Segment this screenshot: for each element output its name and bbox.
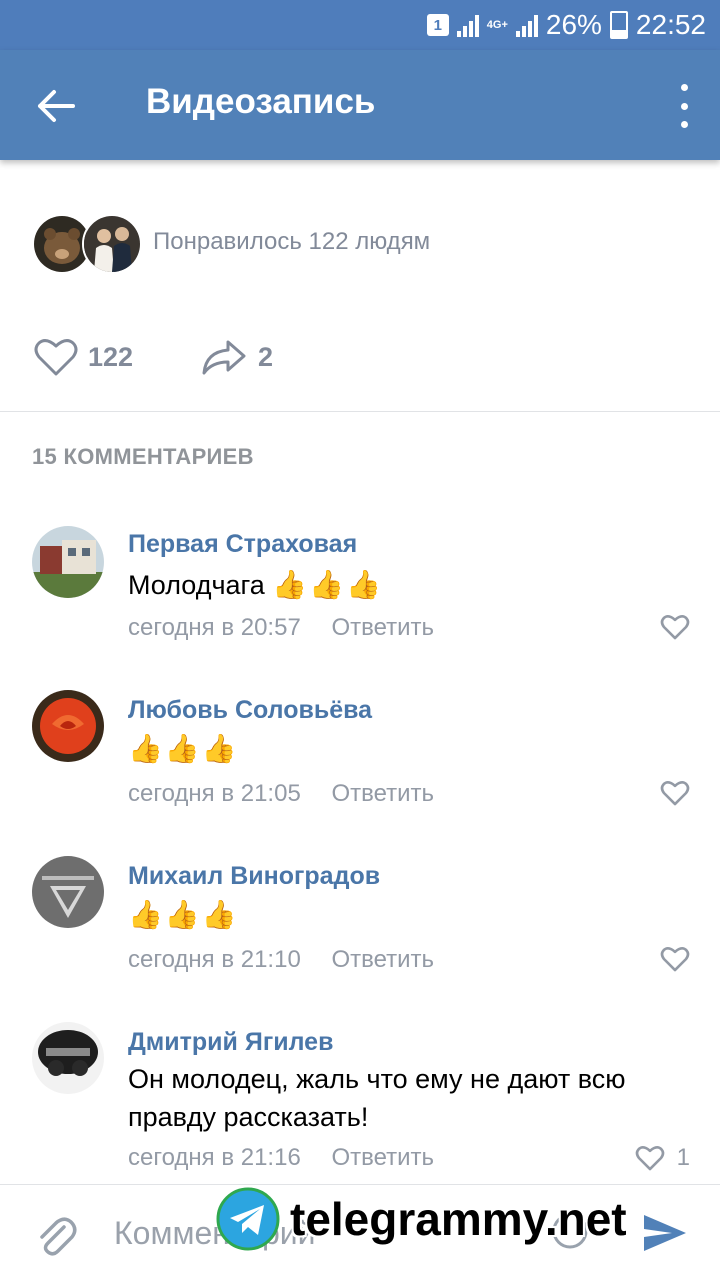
comment-text: 👍👍👍 (128, 896, 698, 934)
comment-like-button[interactable]: 1 (635, 1144, 690, 1172)
heart-icon (660, 947, 690, 972)
comment-like-count: 1 (676, 1144, 690, 1171)
comment-text: Молодчага 👍👍👍 (128, 566, 698, 604)
likers-summary[interactable]: Понравилось 122 людям (32, 214, 692, 274)
heart-icon (635, 1146, 664, 1171)
more-menu-button[interactable] (674, 84, 694, 128)
reply-button[interactable]: Ответить (331, 946, 434, 973)
watermark-text: telegrammy.net (290, 1193, 627, 1245)
comment-meta: сегодня в 21:16 Ответить (128, 1144, 434, 1172)
page-title: Видеозапись (146, 82, 376, 121)
back-button[interactable] (30, 80, 82, 132)
arrow-left-icon (38, 90, 75, 122)
battery-icon (609, 11, 628, 39)
attach-button[interactable] (34, 1213, 78, 1257)
comment-text-body: Он молодец, жаль что ему не дают всю пра… (128, 1064, 626, 1132)
comment-text: 👍👍👍 (128, 730, 698, 768)
watermark: telegrammy.net (216, 1186, 627, 1252)
avatar[interactable] (32, 1022, 104, 1094)
reply-button[interactable]: Ответить (331, 1144, 434, 1171)
comment-text: Он молодец, жаль что ему не дают всю пра… (128, 1060, 698, 1136)
likers-text: Понравилось 122 людям (153, 228, 431, 255)
comment-time: сегодня в 21:05 (128, 780, 301, 807)
thumbs-up-emoji: 👍👍👍 (128, 733, 239, 764)
reply-button[interactable]: Ответить (331, 614, 434, 641)
comment-text-body: Молодчага (128, 570, 265, 600)
reply-button[interactable]: Ответить (331, 780, 434, 807)
heart-icon (660, 615, 690, 640)
thumbs-up-emoji: 👍👍👍 (272, 569, 383, 600)
signal-icon (456, 13, 479, 37)
send-button[interactable] (640, 1209, 690, 1255)
comment-author[interactable]: Любовь Соловьёва (128, 696, 372, 725)
comment-time: сегодня в 21:10 (128, 946, 301, 973)
sim-indicator: 1 (426, 14, 449, 36)
post-actions: 122 2 (34, 334, 434, 380)
heart-icon (660, 781, 690, 806)
comment-meta: сегодня в 20:57 Ответить (128, 614, 434, 642)
heart-icon (34, 339, 78, 376)
avatar[interactable] (32, 856, 104, 928)
share-button[interactable]: 2 (200, 334, 273, 380)
comment-author[interactable]: Дмитрий Ягилев (128, 1028, 333, 1057)
share-count: 2 (258, 341, 274, 372)
like-button[interactable]: 122 (34, 334, 133, 380)
network-type: 4G+ (486, 19, 508, 31)
divider (0, 411, 720, 412)
signal-icon-2 (515, 13, 538, 37)
comment-like-button[interactable] (660, 946, 690, 972)
comment-time: сегодня в 21:16 (128, 1144, 301, 1171)
like-count: 122 (88, 341, 134, 372)
comment-author[interactable]: Михаил Виноградов (128, 862, 380, 891)
comment-like-button[interactable] (660, 614, 690, 640)
clock: 22:52 (635, 9, 706, 40)
more-vertical-icon (680, 84, 688, 91)
send-icon (644, 1215, 686, 1251)
thumbs-up-emoji: 👍👍👍 (128, 899, 239, 930)
avatar[interactable] (32, 526, 104, 598)
avatar[interactable] (32, 690, 104, 762)
status-icons: 1 4G+ 26% 22:52 (426, 8, 706, 42)
comment-author[interactable]: Первая Страховая (128, 530, 357, 559)
comment-meta: сегодня в 21:10 Ответить (128, 946, 434, 974)
battery-percent: 26% (545, 9, 602, 40)
paperclip-icon (40, 1217, 77, 1256)
app-bar: Видеозапись (0, 50, 720, 160)
comments-count-header: 15 КОММЕНТАРИЕВ (32, 444, 254, 469)
comment-meta: сегодня в 21:05 Ответить (128, 780, 434, 808)
comment-time: сегодня в 20:57 (128, 614, 301, 641)
status-bar: 1 4G+ 26% 22:52 (0, 0, 720, 50)
share-icon (202, 340, 246, 375)
comment-like-button[interactable] (660, 780, 690, 806)
liker-avatar-2 (82, 214, 142, 274)
telegram-logo-icon (216, 1187, 280, 1251)
